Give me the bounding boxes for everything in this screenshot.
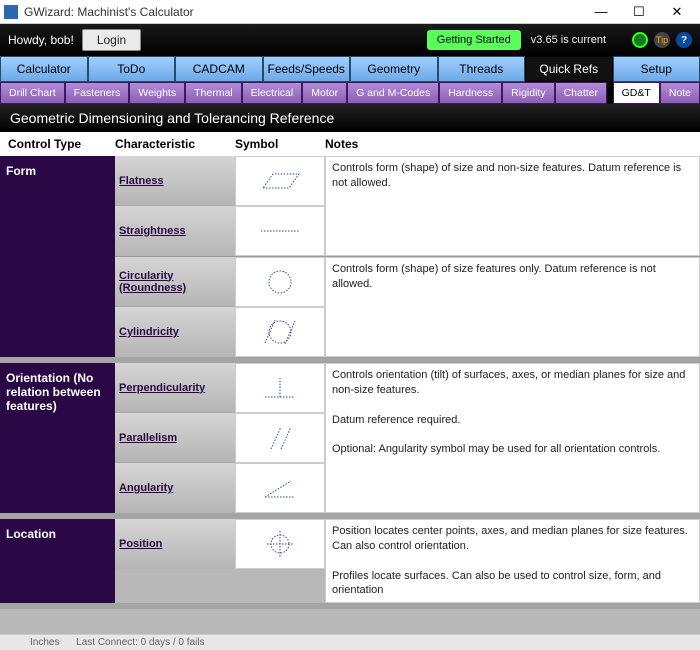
angularity-symbol-icon bbox=[235, 463, 325, 513]
characteristic-cell: Cylindricity bbox=[115, 307, 235, 357]
col-control-type: Control Type bbox=[0, 137, 115, 151]
tip-icon[interactable]: Tip bbox=[654, 32, 670, 48]
app-icon bbox=[4, 5, 18, 19]
main-tabs: CalculatorToDoCADCAMFeeds/SpeedsGeometry… bbox=[0, 56, 700, 82]
group-label: Orientation (No relation between feature… bbox=[0, 363, 115, 513]
close-button[interactable]: ✕ bbox=[658, 1, 696, 23]
sub-tabs: Drill ChartFastenersWeightsThermalElectr… bbox=[0, 82, 700, 104]
version-text: v3.65 is current bbox=[531, 34, 606, 46]
characteristic-link[interactable]: Parallelism bbox=[119, 432, 177, 444]
characteristic-cell: Position bbox=[115, 519, 235, 569]
column-headers: Control Type Characteristic Symbol Notes bbox=[0, 132, 700, 156]
col-notes: Notes bbox=[325, 137, 700, 151]
tab-sub-weights[interactable]: Weights bbox=[129, 82, 185, 104]
straightness-symbol-icon bbox=[235, 206, 325, 256]
characteristic-cell: Parallelism bbox=[115, 413, 235, 463]
perpendicularity-symbol-icon bbox=[235, 363, 325, 413]
tab-main-calculator[interactable]: Calculator bbox=[0, 56, 88, 82]
col-symbol: Symbol bbox=[235, 137, 325, 151]
characteristic-cell: Straightness bbox=[115, 206, 235, 256]
circularity-symbol-icon bbox=[235, 257, 325, 307]
characteristic-cell: Perpendicularity bbox=[115, 363, 235, 413]
tab-sub-motor[interactable]: Motor bbox=[302, 82, 347, 104]
tab-sub-thermal[interactable]: Thermal bbox=[185, 82, 242, 104]
tab-main-setup[interactable]: Setup bbox=[613, 56, 700, 82]
characteristic-link[interactable]: Cylindricity bbox=[119, 326, 179, 338]
tab-main-geometry[interactable]: Geometry bbox=[350, 56, 438, 82]
tab-main-threads[interactable]: Threads bbox=[438, 56, 526, 82]
group: Form Flatness Straightness Controls form (s… bbox=[0, 156, 700, 363]
help-icon[interactable]: ? bbox=[676, 32, 692, 48]
maximize-button[interactable]: ☐ bbox=[620, 1, 658, 23]
note-cell: Controls orientation (tilt) of surfaces,… bbox=[325, 363, 700, 513]
login-button[interactable]: Login bbox=[82, 29, 141, 51]
titlebar: GWizard: Machinist's Calculator — ☐ ✕ bbox=[0, 0, 700, 24]
top-strip: Howdy, bob! Login Getting Started v3.65 … bbox=[0, 24, 700, 56]
status-units: Inches bbox=[30, 637, 59, 648]
characteristic-link[interactable]: Position bbox=[119, 538, 162, 550]
characteristic-link[interactable]: Perpendicularity bbox=[119, 382, 205, 394]
parallelism-symbol-icon bbox=[235, 413, 325, 463]
characteristic-link[interactable]: Circularity (Roundness) bbox=[119, 270, 231, 294]
cylindricity-symbol-icon bbox=[235, 307, 325, 357]
tab-sub-rigidity[interactable]: Rigidity bbox=[502, 82, 554, 104]
minimize-button[interactable]: — bbox=[582, 1, 620, 23]
group-label: Form bbox=[0, 156, 115, 357]
characteristic-link[interactable]: Straightness bbox=[119, 225, 186, 237]
tab-main-quick-refs[interactable]: Quick Refs bbox=[525, 56, 613, 82]
note-cell: Controls form (shape) of size and non-si… bbox=[325, 156, 700, 256]
tab-sub-note[interactable]: Note bbox=[660, 82, 700, 104]
tab-main-feeds-speeds[interactable]: Feeds/Speeds bbox=[263, 56, 351, 82]
note-cell: Controls form (shape) of size features o… bbox=[325, 257, 700, 357]
characteristic-link[interactable]: Flatness bbox=[119, 175, 164, 187]
status-connect: Last Connect: 0 days / 0 fails bbox=[76, 637, 204, 648]
tab-sub-hardness[interactable]: Hardness bbox=[439, 82, 502, 104]
characteristic-cell: Circularity (Roundness) bbox=[115, 257, 235, 307]
tab-sub-chatter[interactable]: Chatter bbox=[555, 82, 607, 104]
sync-icon[interactable] bbox=[632, 32, 648, 48]
group: Location Position Position locates center … bbox=[0, 519, 700, 609]
characteristic-cell: Flatness bbox=[115, 156, 235, 206]
tab-sub-fasteners[interactable]: Fasteners bbox=[65, 82, 130, 104]
flatness-symbol-icon bbox=[235, 156, 325, 206]
greeting-text: Howdy, bob! bbox=[8, 33, 74, 47]
tab-sub-g-and-m-codes[interactable]: G and M-Codes bbox=[347, 82, 439, 104]
tab-sub-gd-t[interactable]: GD&T bbox=[613, 82, 660, 104]
tab-sub-drill-chart[interactable]: Drill Chart bbox=[0, 82, 65, 104]
note-cell: Position locates center points, axes, an… bbox=[325, 519, 700, 603]
section-title: Geometric Dimensioning and Tolerancing R… bbox=[0, 104, 700, 132]
tab-main-cadcam[interactable]: CADCAM bbox=[175, 56, 263, 82]
position-symbol-icon bbox=[235, 519, 325, 569]
group-label: Location bbox=[0, 519, 115, 603]
col-characteristic: Characteristic bbox=[115, 137, 235, 151]
characteristic-cell: Angularity bbox=[115, 463, 235, 513]
tab-sub-electrical[interactable]: Electrical bbox=[242, 82, 303, 104]
content-area[interactable]: Form Flatness Straightness Controls form (s… bbox=[0, 156, 700, 634]
characteristic-link[interactable]: Angularity bbox=[119, 482, 173, 494]
getting-started-button[interactable]: Getting Started bbox=[427, 30, 521, 50]
tab-main-todo[interactable]: ToDo bbox=[88, 56, 176, 82]
group: Orientation (No relation between feature… bbox=[0, 363, 700, 519]
window-title: GWizard: Machinist's Calculator bbox=[24, 5, 582, 19]
